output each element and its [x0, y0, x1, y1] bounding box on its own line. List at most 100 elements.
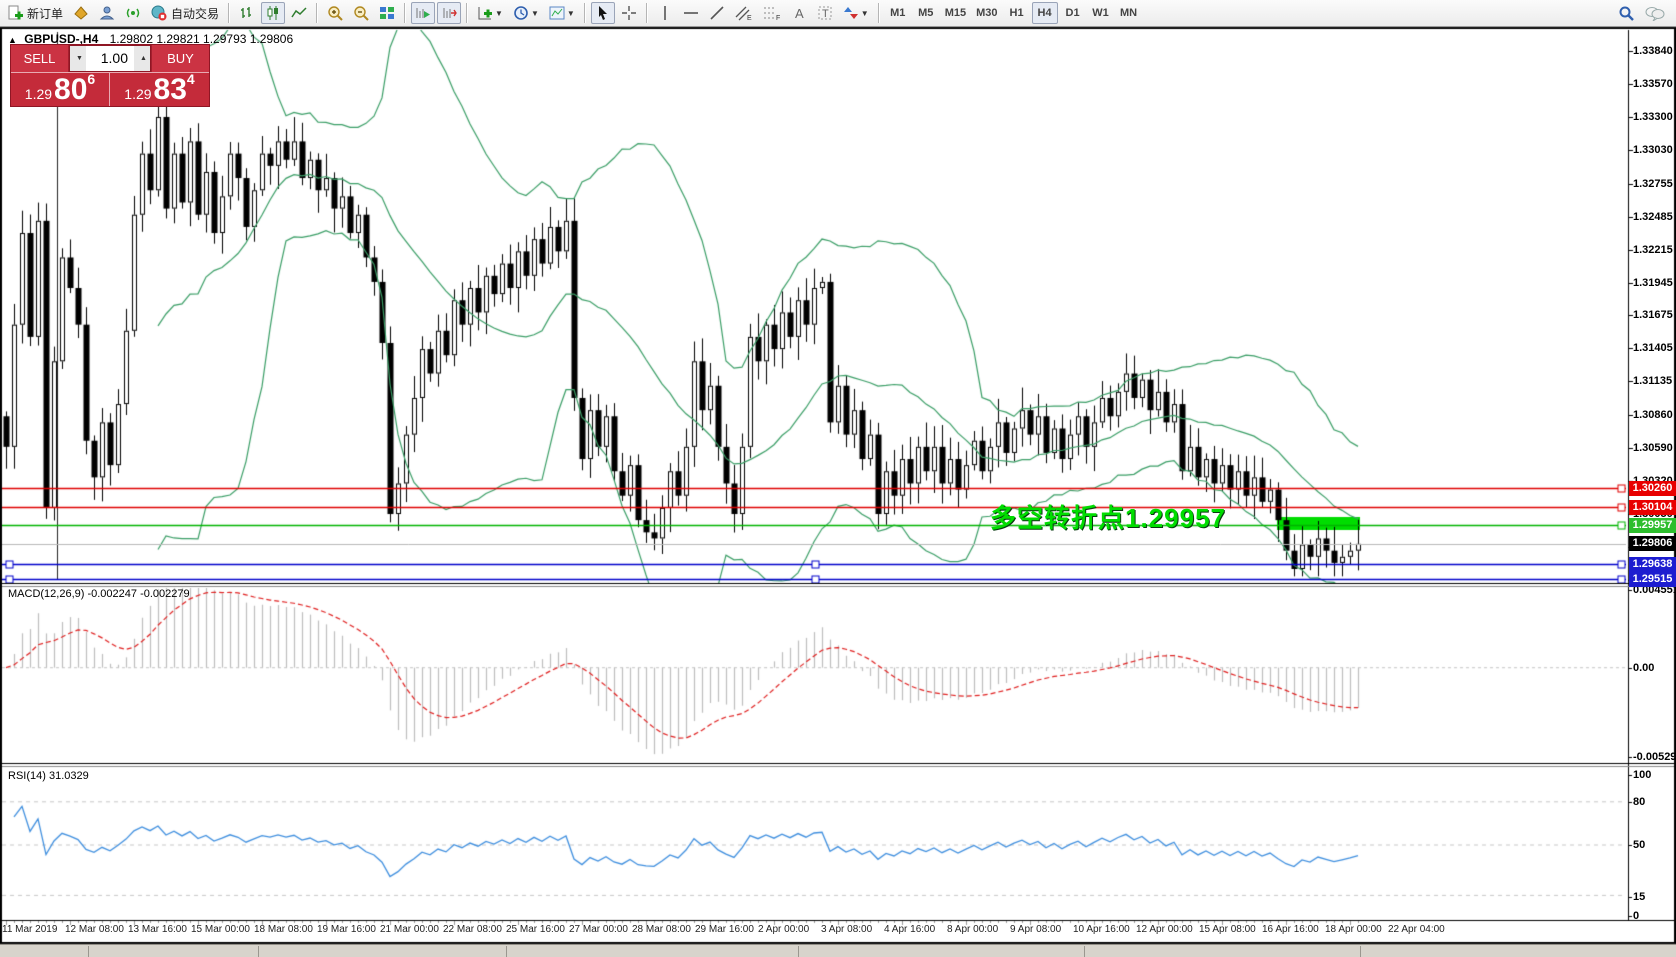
toolbar-separator — [878, 3, 880, 23]
timeframe-m15-button[interactable]: M15 — [941, 2, 970, 24]
sell-button[interactable]: SELL — [11, 45, 69, 72]
templates-button[interactable]: ▼ — [545, 2, 579, 24]
candlestick-chart-icon — [265, 5, 281, 21]
date-tick-label: 18 Mar 08:00 — [254, 924, 313, 935]
date-tick-label: 22 Apr 04:00 — [1388, 924, 1445, 935]
trendline-button[interactable] — [705, 2, 729, 24]
price-level-badge: 1.29515 — [1629, 572, 1676, 587]
profiles-button[interactable] — [95, 2, 119, 24]
volume-increase-button[interactable]: ▲ — [134, 46, 150, 71]
crosshair-button[interactable] — [617, 2, 641, 24]
chat-button[interactable] — [1641, 2, 1669, 24]
vertical-line-icon — [657, 5, 673, 21]
bar-chart-icon — [239, 5, 255, 21]
svg-text:F: F — [776, 15, 780, 21]
signals-button[interactable] — [121, 2, 145, 24]
channel-icon: E — [735, 5, 753, 21]
timeframe-m30-button[interactable]: M30 — [972, 2, 1001, 24]
date-tick-label: 21 Mar 00:00 — [380, 924, 439, 935]
timeframe-m5-button[interactable]: M5 — [913, 2, 939, 24]
dropdown-arrow-icon: ▼ — [531, 9, 539, 18]
date-tick-label: 3 Apr 08:00 — [821, 924, 872, 935]
date-tick-label: 27 Mar 00:00 — [569, 924, 628, 935]
cursor-button[interactable] — [591, 2, 615, 24]
date-tick-label: 2 Apr 00:00 — [758, 924, 809, 935]
new-order-icon — [7, 5, 23, 21]
dropdown-arrow-icon: ▼ — [567, 9, 575, 18]
price-tick-label: 1.30590 — [1633, 442, 1673, 454]
svg-text:T: T — [822, 8, 829, 20]
date-tick-label: 15 Apr 08:00 — [1199, 924, 1256, 935]
date-tick-label: 29 Mar 16:00 — [695, 924, 754, 935]
arrows-button[interactable]: ▼ — [839, 2, 873, 24]
price-tick-label: 1.31135 — [1633, 375, 1672, 387]
timeframe-d1-button[interactable]: D1 — [1060, 2, 1086, 24]
price-tick-label: 1.33840 — [1633, 45, 1673, 57]
zoom-in-icon — [327, 5, 343, 21]
chart-shift-button[interactable] — [437, 2, 461, 24]
date-tick-label: 28 Mar 08:00 — [632, 924, 691, 935]
timeframe-mn-button[interactable]: MN — [1116, 2, 1142, 24]
zoom-in-button[interactable] — [323, 2, 347, 24]
price-level-badge: 1.30260 — [1629, 481, 1676, 496]
price-level-badge: 1.30104 — [1629, 500, 1676, 515]
toolbar-separator — [404, 3, 406, 23]
periods-button[interactable]: ▼ — [509, 2, 543, 24]
timeframe-h4-button[interactable]: H4 — [1032, 2, 1058, 24]
bar-chart-button[interactable] — [235, 2, 259, 24]
buy-price-pips: 83 — [154, 76, 187, 104]
sell-price[interactable]: 1.29 80 6 — [11, 73, 110, 106]
tile-windows-button[interactable] — [375, 2, 399, 24]
timeframe-h1-button[interactable]: H1 — [1004, 2, 1030, 24]
horizontal-line-button[interactable] — [679, 2, 703, 24]
date-tick-label: 4 Apr 16:00 — [884, 924, 935, 935]
toolbar-separator — [316, 3, 318, 23]
arrows-icon — [843, 5, 859, 21]
line-chart-button[interactable] — [287, 2, 311, 24]
timeframe-w1-button[interactable]: W1 — [1088, 2, 1114, 24]
toolbar-separator — [228, 3, 230, 23]
macd-axis-label: 0.00 — [1633, 662, 1654, 674]
price-level-badge: 1.29806 — [1629, 536, 1676, 551]
sell-price-base: 1.29 — [25, 84, 52, 104]
buy-price-point: 4 — [187, 73, 195, 85]
timeframe-m1-button[interactable]: M1 — [885, 2, 911, 24]
auto-scroll-button[interactable] — [411, 2, 435, 24]
signal-icon — [125, 5, 141, 21]
macd-axis-label: -0.005295 — [1633, 751, 1676, 763]
chart-shift-icon — [441, 5, 457, 21]
candlestick-chart-button[interactable] — [261, 2, 285, 24]
chart-canvas[interactable] — [0, 0, 1676, 956]
indicators-icon — [477, 5, 493, 21]
date-tick-label: 19 Mar 16:00 — [317, 924, 376, 935]
chart-object-button[interactable] — [69, 2, 93, 24]
buy-price[interactable]: 1.29 83 4 — [110, 73, 209, 106]
volume-decrease-button[interactable]: ▼ — [70, 46, 86, 71]
equidistant-channel-button[interactable]: E — [731, 2, 757, 24]
vertical-line-button[interactable] — [653, 2, 677, 24]
price-tick-label: 1.33030 — [1633, 144, 1673, 156]
indicators-button[interactable]: ▼ — [473, 2, 507, 24]
zoom-out-button[interactable] — [349, 2, 373, 24]
auto-trading-button[interactable]: 自动交易 — [147, 2, 223, 24]
rsi-axis-label: 50 — [1633, 839, 1645, 851]
price-level-badge: 1.29638 — [1629, 557, 1676, 572]
volume-value[interactable]: 1.00 — [86, 46, 134, 71]
text-button[interactable]: A — [787, 2, 811, 24]
macd-label: MACD(12,26,9) -0.002247 -0.002279 — [8, 588, 190, 600]
price-tick-label: 1.31945 — [1633, 277, 1673, 289]
sell-price-point: 6 — [87, 73, 95, 85]
text-label-button[interactable]: T — [813, 2, 837, 24]
line-chart-icon — [291, 5, 307, 21]
price-tick-label: 1.31675 — [1633, 309, 1673, 321]
svg-text:E: E — [747, 15, 752, 21]
horizontal-line-icon — [683, 5, 699, 21]
bottom-tab-strip — [0, 944, 1676, 957]
fibonacci-button[interactable]: F — [759, 2, 785, 24]
date-tick-label: 9 Apr 08:00 — [1010, 924, 1061, 935]
gold-object-icon — [73, 5, 89, 21]
buy-button[interactable]: BUY — [151, 45, 209, 72]
search-button[interactable] — [1614, 2, 1639, 24]
turning-point-annotation[interactable]: 多空转折点1.29957 — [990, 498, 1226, 535]
new-order-button[interactable]: 新订单 — [3, 2, 67, 24]
